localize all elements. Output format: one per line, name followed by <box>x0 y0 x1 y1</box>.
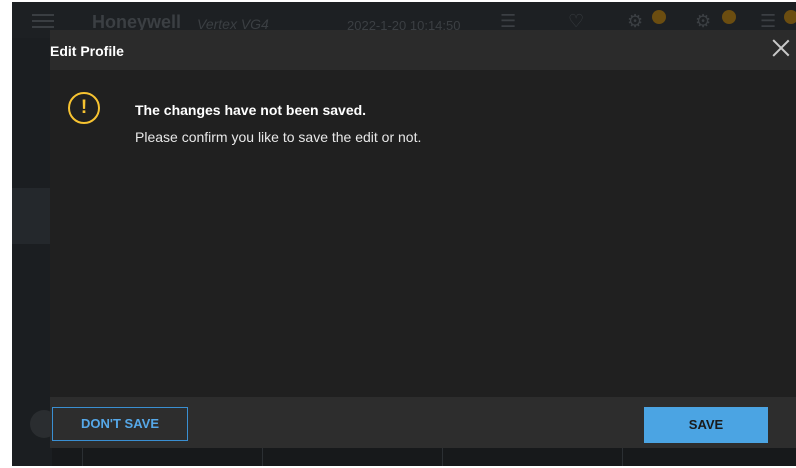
dialog-header: Edit Profile <box>50 30 796 70</box>
message-text: Please confirm you like to save the edit… <box>135 129 422 145</box>
background-sidebar <box>12 38 52 466</box>
warning-icon: ! <box>68 92 100 124</box>
gear-badge <box>722 10 736 24</box>
edit-profile-dialog: Edit Profile ! The changes have not been… <box>50 30 796 448</box>
gear-icon: ⚙ <box>695 11 712 31</box>
dont-save-button[interactable]: DON'T SAVE <box>52 407 188 441</box>
save-button[interactable]: SAVE <box>644 407 768 443</box>
wrench-icon: ⚙ <box>627 11 644 31</box>
close-icon[interactable] <box>772 39 790 57</box>
list-status-icon: ☰ <box>500 11 517 31</box>
bell-icon: ♡ <box>568 11 585 31</box>
dialog-body: ! The changes have not been saved. Pleas… <box>50 70 796 397</box>
dialog-footer: DON'T SAVE SAVE <box>50 397 796 448</box>
hamburger-menu-icon <box>32 14 54 28</box>
wrench-badge <box>652 10 666 24</box>
app-screen: Honeywell Vertex VG4 2022-1-20 10:14:50 … <box>12 2 796 466</box>
dialog-title: Edit Profile <box>50 43 124 59</box>
background-sidebar-active-item <box>12 188 52 244</box>
alarm-badge <box>784 10 796 24</box>
alarm-list-icon: ☰ <box>760 11 777 31</box>
message-title: The changes have not been saved. <box>135 102 367 118</box>
